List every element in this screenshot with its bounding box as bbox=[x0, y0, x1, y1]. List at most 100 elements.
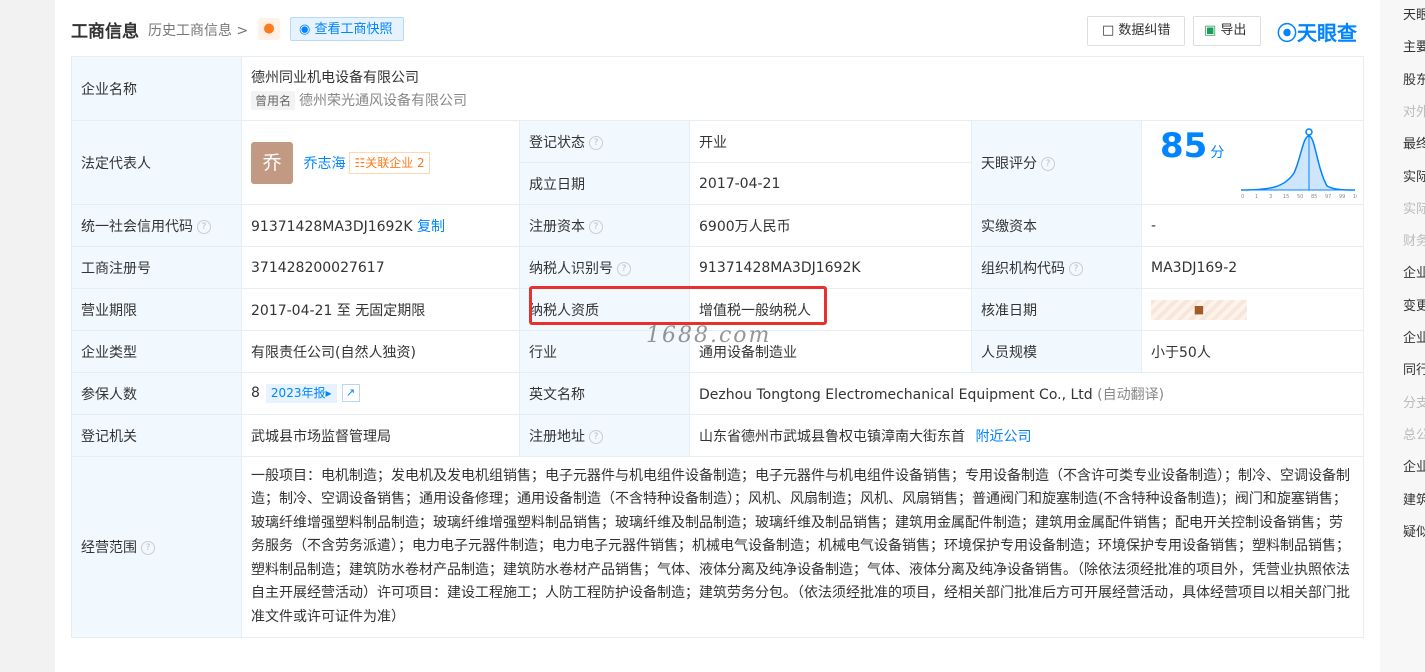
help-icon[interactable]: ? bbox=[589, 135, 603, 150]
rail-nav-item[interactable]: 总公 bbox=[1403, 424, 1425, 443]
brand-logo: ⦿天眼查 bbox=[1277, 17, 1357, 46]
legal-rep-label: 法定代表人 bbox=[71, 120, 242, 205]
capital-value: 6900万人民币 bbox=[689, 204, 972, 247]
rail-nav-item[interactable]: 天眼 bbox=[1403, 4, 1425, 23]
rail-nav-item[interactable]: 建筑 bbox=[1403, 489, 1425, 508]
score-unit: 分 bbox=[1210, 144, 1225, 161]
camera-icon: ◉ bbox=[299, 22, 315, 37]
snapshot-button[interactable]: ◉ 查看工商快照 bbox=[290, 17, 404, 41]
tax-id-value: 91371428MA3DJ1692K bbox=[689, 246, 972, 289]
assoc-label: 关联企业 2 bbox=[365, 155, 425, 170]
org-code-value: MA3DJ169-2 bbox=[1140, 246, 1365, 289]
table-row: 工商注册号 371428200027617 纳税人识别号? 91371428MA… bbox=[71, 246, 1365, 289]
watermark: 1688.com bbox=[646, 323, 772, 348]
paid-value: - bbox=[1140, 204, 1365, 247]
staff-label: 人员规模 bbox=[971, 330, 1142, 373]
rail-nav-item[interactable]: 企业 bbox=[1403, 456, 1425, 475]
rail-nav-item[interactable]: 对外 bbox=[1403, 101, 1425, 120]
rail-nav-item[interactable]: 同行 bbox=[1403, 359, 1425, 378]
table-row: 参保人数 8 2023年报▸ ↗ 英文名称 Dezhou Tongtong Elec… bbox=[71, 372, 1365, 415]
credit-value: 91371428MA3DJ1692K bbox=[251, 218, 413, 235]
score-label-cell: 天眼评分? bbox=[971, 120, 1142, 205]
trend-chart-icon[interactable]: ↗ bbox=[341, 384, 360, 402]
score-axis-tick: 97 bbox=[1325, 194, 1331, 200]
table-row: 企业名称 德州同业机电设备有限公司 曾用名 德州荣光通风设备有限公司 bbox=[71, 56, 1365, 121]
brand-name: 天眼查 bbox=[1297, 21, 1357, 45]
reg-no-label: 工商注册号 bbox=[71, 246, 242, 289]
right-nav-rail: 天眼 主要 股东 对外 最终 实际 实际 财务 企业 变更 企业 同行 分支 总公 企业 建筑 疑似 bbox=[1380, 0, 1425, 672]
year-report-label: 2023年报 bbox=[270, 386, 326, 400]
help-icon[interactable]: ? bbox=[589, 429, 603, 444]
en-name: Dezhou Tongtong Electromechanical Equipm… bbox=[699, 386, 1093, 403]
approve-cell[interactable]: ■ bbox=[1140, 288, 1365, 331]
status-value: 开业 bbox=[689, 120, 972, 163]
former-name: 德州荣光通风设备有限公司 bbox=[299, 93, 468, 109]
assoc-badge[interactable]: ☷关联企业 2 bbox=[349, 151, 430, 174]
table-row: 经营范围? 一般项目：电机制造；发电机及发电机组销售；电子元器件与机电组件设备制… bbox=[71, 456, 1365, 638]
en-cell: Dezhou Tongtong Electromechanical Equipm… bbox=[688, 372, 1365, 415]
name-label: 企业名称 bbox=[71, 56, 242, 121]
snapshot-label: 查看工商快照 bbox=[314, 22, 393, 37]
year-report-badge[interactable]: 2023年报▸ bbox=[265, 384, 337, 403]
avatar[interactable]: 乔 bbox=[251, 141, 293, 184]
score-label: 天眼评分 bbox=[981, 155, 1037, 172]
score-axis-tick: 1 bbox=[1255, 194, 1258, 200]
caret-right-icon: ▸ bbox=[325, 386, 332, 400]
tax-id-label-cell: 纳税人识别号? bbox=[519, 246, 690, 289]
help-icon[interactable]: ? bbox=[141, 541, 155, 555]
score-axis-tick: 50 bbox=[1297, 194, 1303, 200]
document-icon: □ bbox=[1102, 23, 1119, 38]
copy-link[interactable]: 复制 bbox=[417, 219, 445, 235]
score-axis-tick: 0 bbox=[1241, 194, 1244, 200]
found-value: 2017-04-21 bbox=[689, 162, 972, 205]
tax-id-label: 纳税人识别号 bbox=[529, 260, 613, 277]
rail-nav-item[interactable]: 实际 bbox=[1403, 166, 1425, 185]
table-row: 法定代表人 乔 乔志海 ☷关联企业 2 登记状态? 开业 天眼评分? 85 分 01… bbox=[71, 120, 1365, 205]
correction-button[interactable]: □ 数据纠错 bbox=[1087, 16, 1185, 46]
rail-nav-item[interactable]: 实际 bbox=[1403, 198, 1425, 217]
org-code-label: 组织机构代码 bbox=[981, 260, 1065, 277]
found-label: 成立日期 bbox=[519, 162, 690, 205]
credit-cell: 91371428MA3DJ1692K 复制 bbox=[241, 204, 520, 247]
legal-rep-cell: 乔 乔志海 ☷关联企业 2 bbox=[241, 120, 520, 205]
score-axis-tick: 100 bbox=[1353, 194, 1357, 200]
former-name-row: 曾用名 德州荣光通风设备有限公司 bbox=[251, 90, 1354, 110]
network-icon: ☷ bbox=[354, 155, 366, 170]
scope-value: 一般项目：电机制造；发电机及发电机组销售；电子元器件与机电组件设备制造；电子元器… bbox=[240, 456, 1365, 638]
rail-nav-item[interactable]: 最终 bbox=[1403, 133, 1425, 152]
correction-label: 数据纠错 bbox=[1118, 23, 1171, 38]
help-icon[interactable]: ? bbox=[589, 219, 603, 234]
help-icon[interactable]: ? bbox=[197, 219, 211, 234]
insured-cell: 8 2023年报▸ ↗ bbox=[241, 372, 520, 415]
rail-nav-item[interactable]: 分支 bbox=[1403, 392, 1425, 411]
address-value: 山东省德州市武城县鲁权屯镇漳南大街东首 bbox=[699, 428, 965, 445]
help-icon[interactable]: ? bbox=[617, 261, 631, 276]
export-button[interactable]: ▣ 导出 bbox=[1193, 16, 1261, 46]
rail-nav-item[interactable]: 股东 bbox=[1403, 69, 1425, 88]
auto-translate: (自动翻译) bbox=[1097, 386, 1165, 403]
help-icon[interactable]: ? bbox=[1069, 261, 1083, 276]
help-icon[interactable]: ? bbox=[1041, 156, 1055, 171]
score-axis-tick: 99 bbox=[1339, 194, 1345, 200]
term-label: 营业期限 bbox=[71, 288, 242, 331]
score-value: 85 bbox=[1160, 125, 1208, 166]
status-label-cell: 登记状态? bbox=[519, 120, 690, 163]
rail-nav-item[interactable]: 企业 bbox=[1403, 262, 1425, 281]
legal-rep-link[interactable]: 乔志海 bbox=[303, 156, 345, 172]
bell-icon[interactable]: ● bbox=[258, 18, 280, 40]
nearby-link[interactable]: 附近公司 bbox=[975, 429, 1031, 445]
rail-nav-item[interactable]: 财务 bbox=[1403, 230, 1425, 249]
credit-label: 统一社会信用代码 bbox=[81, 218, 193, 235]
insured-value: 8 bbox=[251, 385, 260, 401]
lock-icon[interactable]: ■ bbox=[1151, 299, 1247, 320]
score-cell[interactable]: 85分 0131550859799100 bbox=[1140, 120, 1365, 205]
paid-label: 实缴资本 bbox=[971, 204, 1142, 247]
former-tag: 曾用名 bbox=[251, 91, 296, 110]
history-link[interactable]: 历史工商信息 > bbox=[148, 20, 248, 40]
rail-nav-item[interactable]: 疑似 bbox=[1403, 521, 1425, 540]
rail-nav-item[interactable]: 主要 bbox=[1403, 36, 1425, 55]
rail-nav-item[interactable]: 变更 bbox=[1403, 295, 1425, 314]
score-marker-dot bbox=[1305, 127, 1313, 136]
rail-nav-item[interactable]: 企业 bbox=[1403, 327, 1425, 346]
org-code-label-cell: 组织机构代码? bbox=[971, 246, 1142, 289]
